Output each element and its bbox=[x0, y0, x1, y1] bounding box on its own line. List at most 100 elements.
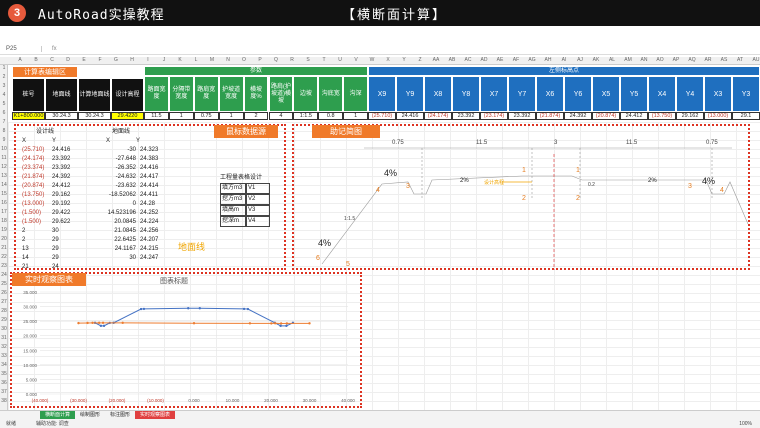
column-letter[interactable]: G bbox=[108, 57, 124, 63]
design-table-cell[interactable]: 24.412 bbox=[52, 182, 86, 191]
design-table-cell[interactable]: 29 bbox=[52, 236, 86, 245]
design-table-cell[interactable]: -23.632 bbox=[106, 182, 136, 191]
design-table-cell[interactable]: 24.28 bbox=[136, 200, 170, 209]
column-letter[interactable]: A bbox=[12, 57, 28, 63]
design-table-cell[interactable]: 29 bbox=[52, 245, 86, 254]
row3-cell[interactable]: 29.1 bbox=[732, 112, 760, 120]
row-number[interactable]: 16 bbox=[0, 200, 8, 206]
design-table-cell[interactable]: (13.750) bbox=[22, 191, 52, 200]
series-point[interactable] bbox=[279, 324, 282, 328]
quantity-cell[interactable]: 填方m3 bbox=[220, 183, 246, 194]
series-point[interactable] bbox=[198, 307, 201, 310]
row3-cell[interactable]: 30.24.3 bbox=[78, 112, 111, 120]
series-point[interactable] bbox=[246, 307, 250, 311]
series-point[interactable] bbox=[192, 322, 196, 325]
row-number[interactable]: 29 bbox=[0, 317, 8, 323]
column-letter[interactable]: AO bbox=[652, 57, 668, 63]
series-point[interactable] bbox=[308, 322, 311, 325]
design-table-cell[interactable]: (21.874) bbox=[22, 173, 52, 182]
quantity-cell[interactable]: 填高m bbox=[220, 205, 246, 216]
design-table-cell[interactable]: 30 bbox=[52, 227, 86, 236]
row-number[interactable]: 3 bbox=[0, 83, 8, 89]
row-number[interactable]: 11 bbox=[0, 155, 8, 161]
design-table-cell[interactable]: 24.383 bbox=[136, 155, 170, 164]
row3-cell[interactable]: 2 bbox=[243, 112, 269, 120]
column-letter[interactable]: B bbox=[28, 57, 44, 63]
row3-cell[interactable]: (24.174) bbox=[424, 112, 452, 120]
column-letter[interactable]: AS bbox=[716, 57, 732, 63]
column-letter[interactable]: N bbox=[220, 57, 236, 63]
design-table-cell[interactable]: 23.392 bbox=[52, 164, 86, 173]
column-letter[interactable]: AH bbox=[540, 57, 556, 63]
realtime-chart[interactable]: 0.000 5.000 10.000 15.000 20.000 25.000 30.000… bbox=[10, 284, 362, 408]
design-table-cell[interactable]: 20.0845 bbox=[106, 218, 136, 227]
design-table-cell[interactable]: -30 bbox=[106, 146, 136, 155]
row3-cell[interactable]: 1 bbox=[218, 112, 244, 120]
column-letter[interactable]: I bbox=[140, 57, 156, 63]
row-number[interactable]: 19 bbox=[0, 227, 8, 233]
row3-cell[interactable]: 0.75 bbox=[193, 112, 219, 120]
series-point[interactable] bbox=[139, 307, 143, 311]
column-letter[interactable]: AT bbox=[732, 57, 748, 63]
design-table-cell[interactable]: 21 bbox=[22, 263, 52, 272]
column-letter[interactable]: AI bbox=[556, 57, 572, 63]
design-table-cell[interactable]: 2 bbox=[22, 236, 52, 245]
row-number[interactable]: 26 bbox=[0, 290, 8, 296]
row3-cell[interactable]: (13.000) bbox=[704, 112, 732, 120]
row3-cell[interactable]: 4 bbox=[268, 112, 294, 120]
row-number[interactable]: 13 bbox=[0, 173, 8, 179]
design-table-cell[interactable]: 21.0845 bbox=[106, 227, 136, 236]
row-number[interactable]: 20 bbox=[0, 236, 8, 242]
design-table-cell[interactable]: -18.52062 bbox=[106, 191, 136, 200]
row-number[interactable]: 24 bbox=[0, 272, 8, 278]
design-table-cell[interactable]: -26.352 bbox=[106, 164, 136, 173]
design-table-cell[interactable]: 24.252 bbox=[136, 209, 170, 218]
quantity-cell[interactable]: 挖方m3 bbox=[220, 194, 246, 205]
series-point[interactable] bbox=[121, 321, 124, 325]
column-letter[interactable]: D bbox=[60, 57, 76, 63]
column-letter[interactable]: AQ bbox=[684, 57, 700, 63]
column-letter[interactable]: F bbox=[92, 57, 108, 63]
column-letter[interactable]: AL bbox=[604, 57, 620, 63]
series-point[interactable] bbox=[279, 322, 283, 325]
row-number[interactable]: 30 bbox=[0, 326, 8, 332]
row3-cell[interactable]: 24.392 bbox=[564, 112, 592, 120]
design-table-cell[interactable]: 24.215 bbox=[136, 245, 170, 254]
row-number[interactable]: 15 bbox=[0, 191, 8, 197]
row-number[interactable]: 38 bbox=[0, 398, 8, 404]
name-box[interactable]: P25 bbox=[0, 46, 42, 52]
quantity-cell[interactable]: 挖深m bbox=[220, 216, 246, 227]
series-point[interactable] bbox=[270, 322, 273, 325]
design-table-cell[interactable] bbox=[136, 263, 170, 272]
series-point[interactable] bbox=[142, 307, 146, 311]
sheet-tab[interactable]: 标注图形 bbox=[105, 411, 135, 419]
row3-cell[interactable]: 24.416 bbox=[396, 112, 424, 120]
column-letter[interactable]: AP bbox=[668, 57, 684, 63]
design-table-cell[interactable]: (13.000) bbox=[22, 200, 52, 209]
row3-cell[interactable]: 23.392 bbox=[508, 112, 536, 120]
row3-cell[interactable]: 29.4220 bbox=[111, 112, 144, 120]
column-letter[interactable]: AE bbox=[492, 57, 508, 63]
column-letter[interactable]: O bbox=[236, 57, 252, 63]
design-table-cell[interactable]: (24.174) bbox=[22, 155, 52, 164]
sheet-tab[interactable]: 实时观察图表 bbox=[135, 411, 176, 419]
column-letter[interactable]: Z bbox=[412, 57, 428, 63]
column-letter[interactable]: AJ bbox=[572, 57, 588, 63]
column-letter[interactable]: AN bbox=[636, 57, 652, 63]
design-table-cell[interactable]: 23.392 bbox=[52, 155, 86, 164]
row-number[interactable]: 14 bbox=[0, 182, 8, 188]
row-number[interactable]: 1 bbox=[0, 65, 8, 71]
column-letter[interactable]: M bbox=[204, 57, 220, 63]
column-letter[interactable]: X bbox=[380, 57, 396, 63]
column-letter[interactable]: S bbox=[300, 57, 316, 63]
row-number[interactable]: 34 bbox=[0, 362, 8, 368]
row3-cell[interactable]: (13.750) bbox=[648, 112, 676, 120]
column-letter[interactable]: AD bbox=[476, 57, 492, 63]
row-number[interactable]: 35 bbox=[0, 371, 8, 377]
design-table-cell[interactable]: (25.710) bbox=[22, 146, 52, 155]
series-point[interactable] bbox=[77, 321, 80, 325]
row-number[interactable]: 18 bbox=[0, 218, 8, 224]
series-point[interactable] bbox=[242, 307, 246, 311]
series-point[interactable] bbox=[102, 324, 106, 328]
row-number[interactable]: 2 bbox=[0, 74, 8, 80]
